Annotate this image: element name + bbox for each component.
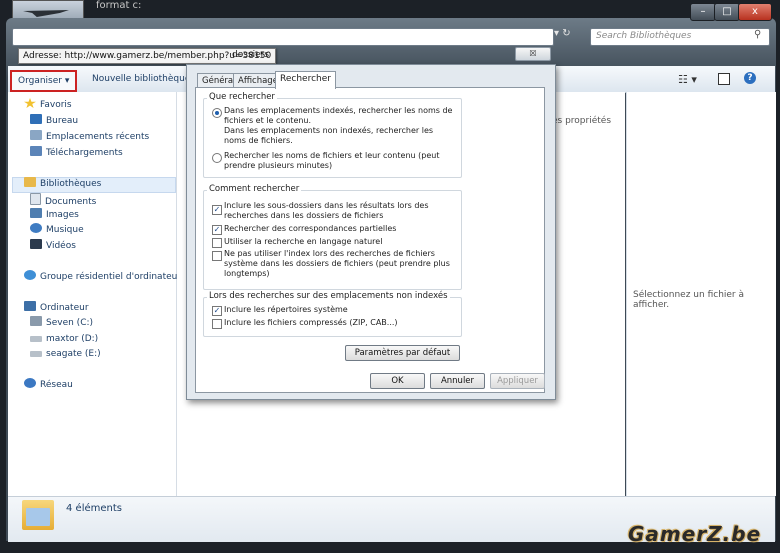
new-library-button[interactable]: Nouvelle bibliothèque	[92, 74, 190, 84]
network-icon	[24, 378, 36, 388]
nav-label: Bibliothèques	[40, 179, 102, 189]
checkbox-system-dirs[interactable]: ✓	[212, 306, 222, 316]
minimize-button[interactable]: –	[690, 3, 716, 21]
close-button[interactable]: x	[738, 3, 772, 21]
search-placeholder: Search Bibliothèques	[596, 31, 692, 41]
hard-drive-icon	[30, 351, 42, 357]
item-count: 4 éléments	[66, 503, 122, 514]
option-indexed-label: Dans les emplacements indexés, recherche…	[224, 106, 453, 125]
group-nonindexed	[203, 297, 462, 337]
nav-label: Ordinateur	[40, 303, 89, 313]
nav-label: Réseau	[40, 380, 73, 390]
computer-icon	[24, 301, 36, 311]
option-subfolders-label: Inclure les sous-dossiers dans les résul…	[224, 201, 429, 220]
nav-label: Favoris	[40, 100, 72, 110]
option-nonindexed-label: Dans les emplacements non indexés, reche…	[224, 126, 434, 145]
recent-places-icon	[30, 130, 42, 140]
checkbox-partial-matches[interactable]: ✓	[212, 225, 222, 235]
group-title: Que rechercher	[207, 92, 277, 102]
group-title: Lors des recherches sur des emplacements…	[207, 291, 450, 301]
address-clear-button[interactable]: ☒	[515, 47, 551, 61]
nav-label: Emplacements récents	[46, 132, 150, 142]
videos-icon	[30, 239, 42, 249]
radio-indexed[interactable]	[212, 108, 222, 118]
nav-label: Téléchargements	[46, 148, 123, 158]
nav-label: Groupe résidentiel d'ordinateurs	[40, 272, 186, 282]
option-partial-label: Rechercher des correspondances partielle…	[224, 224, 397, 233]
nav-homegroup[interactable]: Groupe résidentiel d'ordinateurs	[24, 270, 186, 284]
refresh-icon[interactable]: ▾ ↻	[554, 28, 584, 44]
apply-button: Appliquer	[490, 373, 545, 389]
airplane-image	[23, 10, 69, 17]
nav-libraries[interactable]: Bibliothèques	[24, 177, 101, 191]
nav-label: Images	[46, 210, 79, 220]
search-icon[interactable]: ⚲	[754, 29, 761, 40]
option-compressed-label: Inclure les fichiers compressés (ZIP, CA…	[224, 318, 398, 327]
downloads-icon	[30, 146, 42, 156]
nav-label: Documents	[45, 197, 97, 207]
nav-drive-d[interactable]: maxtor (D:)	[30, 332, 98, 346]
nav-documents[interactable]: Documents	[30, 193, 96, 207]
restore-defaults-button[interactable]: Paramètres par défaut	[345, 345, 460, 361]
radio-full-content[interactable]	[212, 153, 222, 163]
maximize-button[interactable]: □	[714, 3, 740, 21]
star-icon	[24, 98, 36, 108]
nav-images[interactable]: Images	[30, 208, 79, 222]
view-options-icon[interactable]: ☷ ▾	[678, 73, 697, 86]
nav-downloads[interactable]: Téléchargements	[30, 146, 123, 160]
watermark-logo: GamerZ.be	[628, 522, 762, 546]
address-bar[interactable]	[12, 28, 554, 46]
properties-text: es propriétés	[552, 116, 612, 126]
cancel-button[interactable]: Annuler	[430, 373, 485, 389]
nav-videos[interactable]: Vidéos	[30, 239, 76, 253]
option-system-dirs-label: Inclure les répertoires système	[224, 305, 348, 314]
music-icon	[30, 223, 42, 233]
nav-label: Musique	[46, 225, 84, 235]
desktop-label: format c:	[96, 0, 142, 11]
ok-button[interactable]: OK	[370, 373, 425, 389]
homegroup-icon	[24, 270, 36, 280]
library-icon	[24, 177, 36, 187]
checkbox-subfolders[interactable]: ✓	[212, 205, 222, 215]
nav-label: Seven (C:)	[46, 318, 94, 328]
preview-message: Sélectionnez un fichier à afficher.	[633, 290, 745, 310]
nav-recent[interactable]: Emplacements récents	[30, 130, 149, 144]
nav-label: maxtor (D:)	[46, 334, 99, 344]
nav-network[interactable]: Réseau	[24, 378, 73, 392]
hard-drive-icon	[30, 336, 42, 342]
checkbox-compressed[interactable]	[212, 319, 222, 329]
checkbox-natural-language[interactable]	[212, 238, 222, 248]
library-folder-icon	[22, 500, 54, 530]
images-icon	[30, 208, 42, 218]
nav-computer[interactable]: Ordinateur	[24, 301, 89, 315]
nav-favorites[interactable]: Favoris	[24, 98, 72, 112]
nav-label: Vidéos	[46, 241, 76, 251]
group-title: Comment rechercher	[207, 184, 302, 194]
nav-drive-c[interactable]: Seven (C:)	[30, 316, 93, 330]
nav-desktop[interactable]: Bureau	[30, 114, 78, 128]
address-tail-text: dossiers	[232, 50, 270, 60]
organize-button[interactable]: Organiser ▾	[10, 70, 78, 92]
help-icon[interactable]: ?	[744, 72, 756, 84]
tab-rechercher[interactable]: Rechercher	[275, 71, 336, 89]
nav-music[interactable]: Musique	[30, 223, 84, 237]
nav-label: seagate (E:)	[46, 349, 101, 359]
option-natural-label: Utiliser la recherche en langage naturel	[224, 237, 383, 246]
option-full-content-label: Rechercher les noms de fichiers et leur …	[224, 151, 440, 170]
nav-label: Bureau	[46, 116, 79, 126]
option-noindex-label: Ne pas utiliser l'index lors des recherc…	[224, 249, 450, 278]
desktop-icon	[30, 114, 42, 124]
windows-drive-icon	[30, 316, 42, 326]
checkbox-no-index[interactable]	[212, 251, 222, 261]
documents-icon	[30, 193, 41, 205]
preview-pane-icon[interactable]	[718, 73, 730, 85]
nav-drive-e[interactable]: seagate (E:)	[30, 347, 101, 361]
